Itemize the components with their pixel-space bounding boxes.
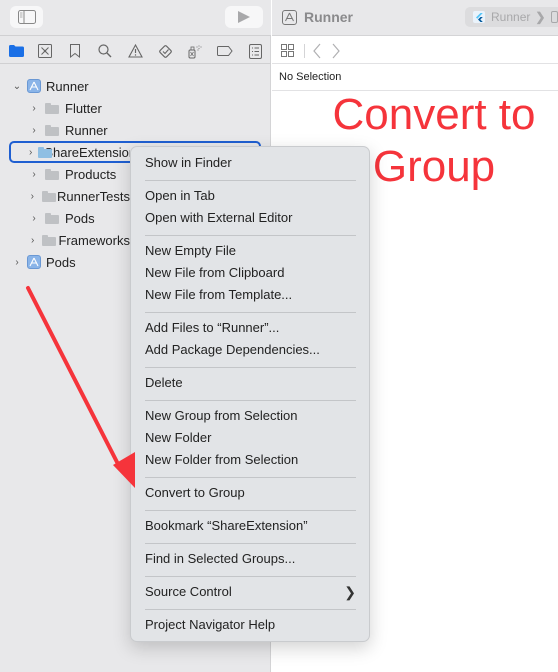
tree-item-label: Runner: [46, 78, 89, 94]
tree-item-label: Runner: [65, 122, 108, 138]
related-items-grid-icon[interactable]: [281, 44, 294, 57]
folder-icon: [42, 234, 57, 246]
tree-item-runner-folder[interactable]: › Runner: [29, 119, 108, 141]
editor-toolbar: Runner Runner ❯: [272, 0, 558, 36]
menu-item-project-navigator-help[interactable]: Project Navigator Help: [145, 615, 275, 635]
tree-item-label: RunnerTests: [57, 188, 130, 204]
bookmark-icon[interactable]: [67, 43, 83, 59]
submenu-chevron-icon: ❯: [344, 584, 356, 600]
menu-separator: [145, 609, 356, 610]
tree-item-label: Flutter: [65, 100, 102, 116]
chevron-right-icon[interactable]: ›: [29, 169, 39, 180]
chevron-right-icon[interactable]: ›: [29, 103, 39, 114]
folder-icon: [45, 168, 59, 180]
navigator-selector-bar: [0, 37, 271, 64]
folder-icon: [41, 190, 57, 202]
annotation-line-1: Convert to: [332, 90, 536, 139]
menu-separator: [145, 235, 356, 236]
tree-item-runnertests[interactable]: › RunnerTests: [29, 185, 130, 207]
editor-title: Runner: [304, 9, 353, 25]
debug-spray-icon[interactable]: [187, 43, 203, 59]
chevron-right-icon[interactable]: ›: [29, 191, 36, 202]
jump-bar: [272, 37, 558, 64]
tree-item-products[interactable]: › Products: [29, 163, 130, 185]
scheme-selector[interactable]: Runner ❯: [465, 7, 558, 27]
sidebar-toggle-icon: [17, 10, 36, 24]
no-selection-label: No Selection: [279, 71, 342, 83]
chevron-right-icon[interactable]: ›: [29, 213, 39, 224]
menu-item-new-file-from-template[interactable]: New File from Template...: [145, 285, 292, 305]
menu-separator: [145, 576, 356, 577]
issue-warning-icon[interactable]: [127, 43, 143, 59]
tree-item-runner-project[interactable]: ⌄ Runner: [12, 75, 89, 97]
menu-item-new-folder[interactable]: New Folder: [145, 428, 211, 448]
menu-item-source-control[interactable]: Source Control ❯: [145, 582, 356, 602]
menu-item-new-file-from-clipboard[interactable]: New File from Clipboard: [145, 263, 284, 283]
search-icon[interactable]: [97, 43, 113, 59]
toolbar-divider: [304, 44, 305, 58]
folder-icon: [45, 124, 59, 136]
tree-item-label: Pods: [46, 254, 76, 270]
chevron-right-icon[interactable]: ›: [29, 235, 36, 246]
run-button[interactable]: [225, 6, 263, 28]
tree-item-frameworks[interactable]: › Frameworks: [29, 229, 130, 251]
menu-separator: [145, 477, 356, 478]
tree-item-flutter[interactable]: › Flutter: [29, 97, 102, 119]
play-icon: [238, 11, 250, 23]
chevron-right-icon[interactable]: ›: [29, 125, 39, 136]
app-project-icon: [282, 10, 297, 25]
tree-item-pods-project[interactable]: › Pods: [12, 251, 76, 273]
menu-item-convert-to-group[interactable]: Convert to Group: [145, 483, 245, 503]
menu-item-label: Source Control: [145, 584, 232, 599]
scheme-name: Runner: [491, 10, 531, 24]
tree-item-shareextension[interactable]: › ShareExtension: [29, 141, 130, 163]
menu-item-add-package-dependencies[interactable]: Add Package Dependencies...: [145, 340, 320, 360]
xcode-project-icon: [27, 79, 41, 93]
device-icon: [551, 11, 558, 23]
chevron-right-icon: ❯: [535, 10, 546, 24]
breakpoint-icon[interactable]: [217, 43, 233, 59]
menu-separator: [145, 510, 356, 511]
menu-separator: [145, 312, 356, 313]
menu-item-show-in-finder[interactable]: Show in Finder: [145, 153, 232, 173]
menu-separator: [145, 543, 356, 544]
menu-item-new-folder-from-selection[interactable]: New Folder from Selection: [145, 450, 298, 470]
inspector-header: No Selection: [272, 65, 558, 91]
menu-item-new-empty-file[interactable]: New Empty File: [145, 241, 236, 261]
chevron-down-icon[interactable]: ⌄: [12, 81, 22, 92]
menu-item-new-group-from-selection[interactable]: New Group from Selection: [145, 406, 297, 426]
tree-item-label: ShareExtension: [44, 144, 130, 160]
project-navigator-icon[interactable]: [8, 43, 24, 59]
source-control-icon[interactable]: [37, 43, 53, 59]
menu-item-open-with-external-editor[interactable]: Open with External Editor: [145, 208, 292, 228]
flutter-icon: [473, 11, 485, 23]
menu-item-bookmark[interactable]: Bookmark “ShareExtension”: [145, 516, 308, 536]
chevron-right-icon[interactable]: ›: [29, 147, 32, 158]
menu-separator: [145, 400, 356, 401]
menu-separator: [145, 180, 356, 181]
menu-item-delete[interactable]: Delete: [145, 373, 183, 393]
toggle-sidebar-button[interactable]: [10, 6, 43, 28]
sidebar-toolbar: [0, 0, 271, 36]
menu-item-open-in-tab[interactable]: Open in Tab: [145, 186, 215, 206]
xcode-project-icon: [27, 255, 41, 269]
report-icon[interactable]: [247, 43, 263, 59]
folder-icon: [45, 212, 59, 224]
menu-item-add-files[interactable]: Add Files to “Runner”...: [145, 318, 279, 338]
tree-item-label: Frameworks: [58, 232, 130, 248]
chevron-right-icon[interactable]: ›: [12, 257, 22, 268]
tree-item-pods-folder[interactable]: › Pods: [29, 207, 130, 229]
menu-separator: [145, 367, 356, 368]
tree-item-label: Products: [65, 166, 117, 182]
context-menu: Show in Finder Open in Tab Open with Ext…: [130, 146, 370, 642]
tree-item-label: Pods: [65, 210, 95, 226]
menu-item-find-in-selected-groups[interactable]: Find in Selected Groups...: [145, 549, 295, 569]
forward-chevron-icon[interactable]: [331, 43, 341, 59]
back-chevron-icon[interactable]: [312, 43, 322, 59]
folder-icon: [45, 102, 59, 114]
test-navigator-icon[interactable]: [157, 43, 173, 59]
